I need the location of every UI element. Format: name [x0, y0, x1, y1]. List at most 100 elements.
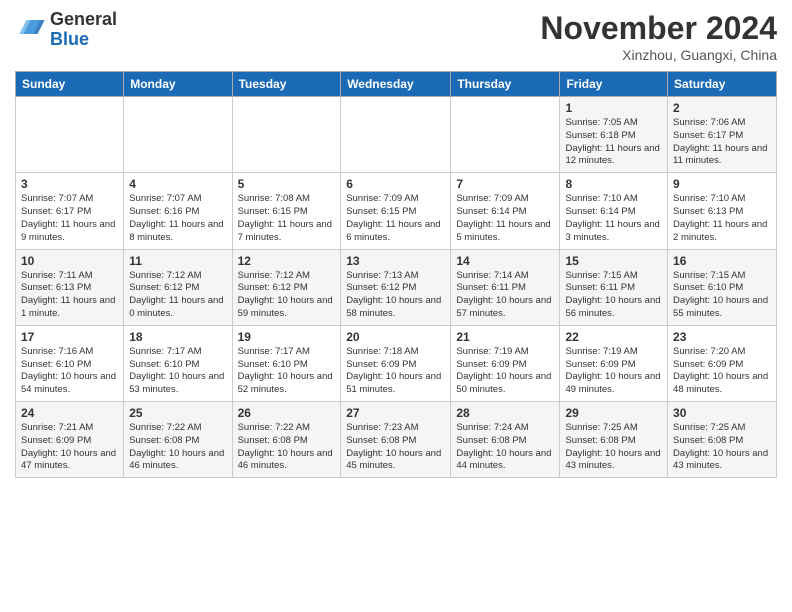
- day-cell: 19 Sunrise: 7:17 AMSunset: 6:10 PMDayligh…: [232, 325, 341, 401]
- day-detail: Sunrise: 7:09 AMSunset: 6:14 PMDaylight:…: [456, 193, 550, 242]
- day-cell: [124, 97, 232, 173]
- col-header-tuesday: Tuesday: [232, 72, 341, 97]
- calendar-header: SundayMondayTuesdayWednesdayThursdayFrid…: [16, 72, 777, 97]
- day-cell: 13Sunrise: 7:13 AMSunset: 6:12 PMDayligh…: [341, 249, 451, 325]
- col-header-wednesday: Wednesday: [341, 72, 451, 97]
- calendar-table: SundayMondayTuesdayWednesdayThursdayFrid…: [15, 71, 777, 478]
- day-detail: Sunrise: 7:11 AMSunset: 6:13 PMDaylight:…: [21, 270, 115, 319]
- day-detail: Sunrise: 7:13 AMSunset: 6:12 PMDaylight:…: [346, 270, 441, 319]
- day-number: 27: [346, 406, 445, 420]
- week-row-5: 24 Sunrise: 7:21 AMSunset: 6:09 PMDayligh…: [16, 402, 777, 478]
- month-title: November 2024: [540, 10, 777, 47]
- calendar-body: 1Sunrise: 7:05 AMSunset: 6:18 PMDaylight…: [16, 97, 777, 478]
- day-number: 28: [456, 406, 554, 420]
- day-number: 20: [346, 330, 445, 344]
- col-header-monday: Monday: [124, 72, 232, 97]
- day-cell: 27 Sunrise: 7:23 AMSunset: 6:08 PMDayligh…: [341, 402, 451, 478]
- day-cell: 12 Sunrise: 7:12 AMSunset: 6:12 PMDayligh…: [232, 249, 341, 325]
- day-number: 6: [346, 177, 445, 191]
- day-cell: 10 Sunrise: 7:11 AMSunset: 6:13 PMDayligh…: [16, 249, 124, 325]
- day-number: 8: [565, 177, 662, 191]
- day-cell: 25 Sunrise: 7:22 AMSunset: 6:08 PMDayligh…: [124, 402, 232, 478]
- week-row-2: 3 Sunrise: 7:07 AMSunset: 6:17 PMDaylight…: [16, 173, 777, 249]
- day-cell: 6 Sunrise: 7:09 AMSunset: 6:15 PMDaylight…: [341, 173, 451, 249]
- day-number: 10: [21, 254, 118, 268]
- day-cell: 15Sunrise: 7:15 AMSunset: 6:11 PMDayligh…: [560, 249, 668, 325]
- day-cell: [341, 97, 451, 173]
- day-detail: Sunrise: 7:17 AMSunset: 6:10 PMDaylight:…: [129, 346, 224, 395]
- day-number: 12: [238, 254, 336, 268]
- day-detail: Sunrise: 7:12 AMSunset: 6:12 PMDaylight:…: [238, 270, 333, 319]
- day-cell: 30 Sunrise: 7:25 AMSunset: 6:08 PMDayligh…: [668, 402, 777, 478]
- day-number: 21: [456, 330, 554, 344]
- day-number: 5: [238, 177, 336, 191]
- day-cell: 2 Sunrise: 7:06 AMSunset: 6:17 PMDaylight…: [668, 97, 777, 173]
- day-number: 26: [238, 406, 336, 420]
- page: General Blue November 2024 Xinzhou, Guan…: [0, 0, 792, 612]
- day-cell: 11Sunrise: 7:12 AMSunset: 6:12 PMDayligh…: [124, 249, 232, 325]
- day-cell: [232, 97, 341, 173]
- day-number: 23: [673, 330, 771, 344]
- day-detail: Sunrise: 7:14 AMSunset: 6:11 PMDaylight:…: [456, 270, 551, 319]
- day-cell: 1Sunrise: 7:05 AMSunset: 6:18 PMDaylight…: [560, 97, 668, 173]
- day-number: 30: [673, 406, 771, 420]
- week-row-4: 17Sunrise: 7:16 AMSunset: 6:10 PMDayligh…: [16, 325, 777, 401]
- day-cell: 29 Sunrise: 7:25 AMSunset: 6:08 PMDayligh…: [560, 402, 668, 478]
- day-cell: 5 Sunrise: 7:08 AMSunset: 6:15 PMDaylight…: [232, 173, 341, 249]
- day-cell: 14Sunrise: 7:14 AMSunset: 6:11 PMDayligh…: [451, 249, 560, 325]
- day-detail: Sunrise: 7:23 AMSunset: 6:08 PMDaylight:…: [346, 422, 441, 471]
- day-cell: 16Sunrise: 7:15 AMSunset: 6:10 PMDayligh…: [668, 249, 777, 325]
- day-number: 22: [565, 330, 662, 344]
- day-cell: [16, 97, 124, 173]
- logo: General Blue: [15, 10, 117, 50]
- logo-blue-text: Blue: [50, 29, 89, 49]
- day-detail: Sunrise: 7:21 AMSunset: 6:09 PMDaylight:…: [21, 422, 116, 471]
- logo-icon: [18, 13, 46, 41]
- day-number: 9: [673, 177, 771, 191]
- day-detail: Sunrise: 7:17 AMSunset: 6:10 PMDaylight:…: [238, 346, 333, 395]
- day-number: 19: [238, 330, 336, 344]
- day-cell: 3 Sunrise: 7:07 AMSunset: 6:17 PMDaylight…: [16, 173, 124, 249]
- day-detail: Sunrise: 7:07 AMSunset: 6:16 PMDaylight:…: [129, 193, 223, 242]
- day-cell: 8Sunrise: 7:10 AMSunset: 6:14 PMDaylight…: [560, 173, 668, 249]
- day-cell: 4 Sunrise: 7:07 AMSunset: 6:16 PMDaylight…: [124, 173, 232, 249]
- day-detail: Sunrise: 7:08 AMSunset: 6:15 PMDaylight:…: [238, 193, 332, 242]
- day-number: 4: [129, 177, 226, 191]
- day-number: 3: [21, 177, 118, 191]
- day-detail: Sunrise: 7:24 AMSunset: 6:08 PMDaylight:…: [456, 422, 551, 471]
- day-detail: Sunrise: 7:10 AMSunset: 6:13 PMDaylight:…: [673, 193, 767, 242]
- day-cell: 20 Sunrise: 7:18 AMSunset: 6:09 PMDayligh…: [341, 325, 451, 401]
- day-detail: Sunrise: 7:22 AMSunset: 6:08 PMDaylight:…: [238, 422, 333, 471]
- header-row: SundayMondayTuesdayWednesdayThursdayFrid…: [16, 72, 777, 97]
- day-number: 29: [565, 406, 662, 420]
- day-number: 24: [21, 406, 118, 420]
- day-detail: Sunrise: 7:18 AMSunset: 6:09 PMDaylight:…: [346, 346, 441, 395]
- day-number: 1: [565, 101, 662, 115]
- day-detail: Sunrise: 7:25 AMSunset: 6:08 PMDaylight:…: [565, 422, 660, 471]
- day-number: 16: [673, 254, 771, 268]
- day-detail: Sunrise: 7:07 AMSunset: 6:17 PMDaylight:…: [21, 193, 115, 242]
- day-cell: 26 Sunrise: 7:22 AMSunset: 6:08 PMDayligh…: [232, 402, 341, 478]
- day-detail: Sunrise: 7:19 AMSunset: 6:09 PMDaylight:…: [456, 346, 551, 395]
- col-header-thursday: Thursday: [451, 72, 560, 97]
- day-detail: Sunrise: 7:09 AMSunset: 6:15 PMDaylight:…: [346, 193, 440, 242]
- day-detail: Sunrise: 7:22 AMSunset: 6:08 PMDaylight:…: [129, 422, 224, 471]
- day-detail: Sunrise: 7:15 AMSunset: 6:11 PMDaylight:…: [565, 270, 660, 319]
- logo-general-text: General: [50, 9, 117, 29]
- day-cell: 24 Sunrise: 7:21 AMSunset: 6:09 PMDayligh…: [16, 402, 124, 478]
- day-cell: 21 Sunrise: 7:19 AMSunset: 6:09 PMDayligh…: [451, 325, 560, 401]
- day-cell: 18Sunrise: 7:17 AMSunset: 6:10 PMDayligh…: [124, 325, 232, 401]
- week-row-1: 1Sunrise: 7:05 AMSunset: 6:18 PMDaylight…: [16, 97, 777, 173]
- day-cell: 17Sunrise: 7:16 AMSunset: 6:10 PMDayligh…: [16, 325, 124, 401]
- col-header-saturday: Saturday: [668, 72, 777, 97]
- header: General Blue November 2024 Xinzhou, Guan…: [15, 10, 777, 63]
- day-number: 2: [673, 101, 771, 115]
- day-number: 25: [129, 406, 226, 420]
- day-number: 17: [21, 330, 118, 344]
- day-detail: Sunrise: 7:06 AMSunset: 6:17 PMDaylight:…: [673, 117, 767, 166]
- day-number: 7: [456, 177, 554, 191]
- week-row-3: 10 Sunrise: 7:11 AMSunset: 6:13 PMDayligh…: [16, 249, 777, 325]
- day-detail: Sunrise: 7:12 AMSunset: 6:12 PMDaylight:…: [129, 270, 223, 319]
- day-detail: Sunrise: 7:25 AMSunset: 6:08 PMDaylight:…: [673, 422, 768, 471]
- day-cell: 28 Sunrise: 7:24 AMSunset: 6:08 PMDayligh…: [451, 402, 560, 478]
